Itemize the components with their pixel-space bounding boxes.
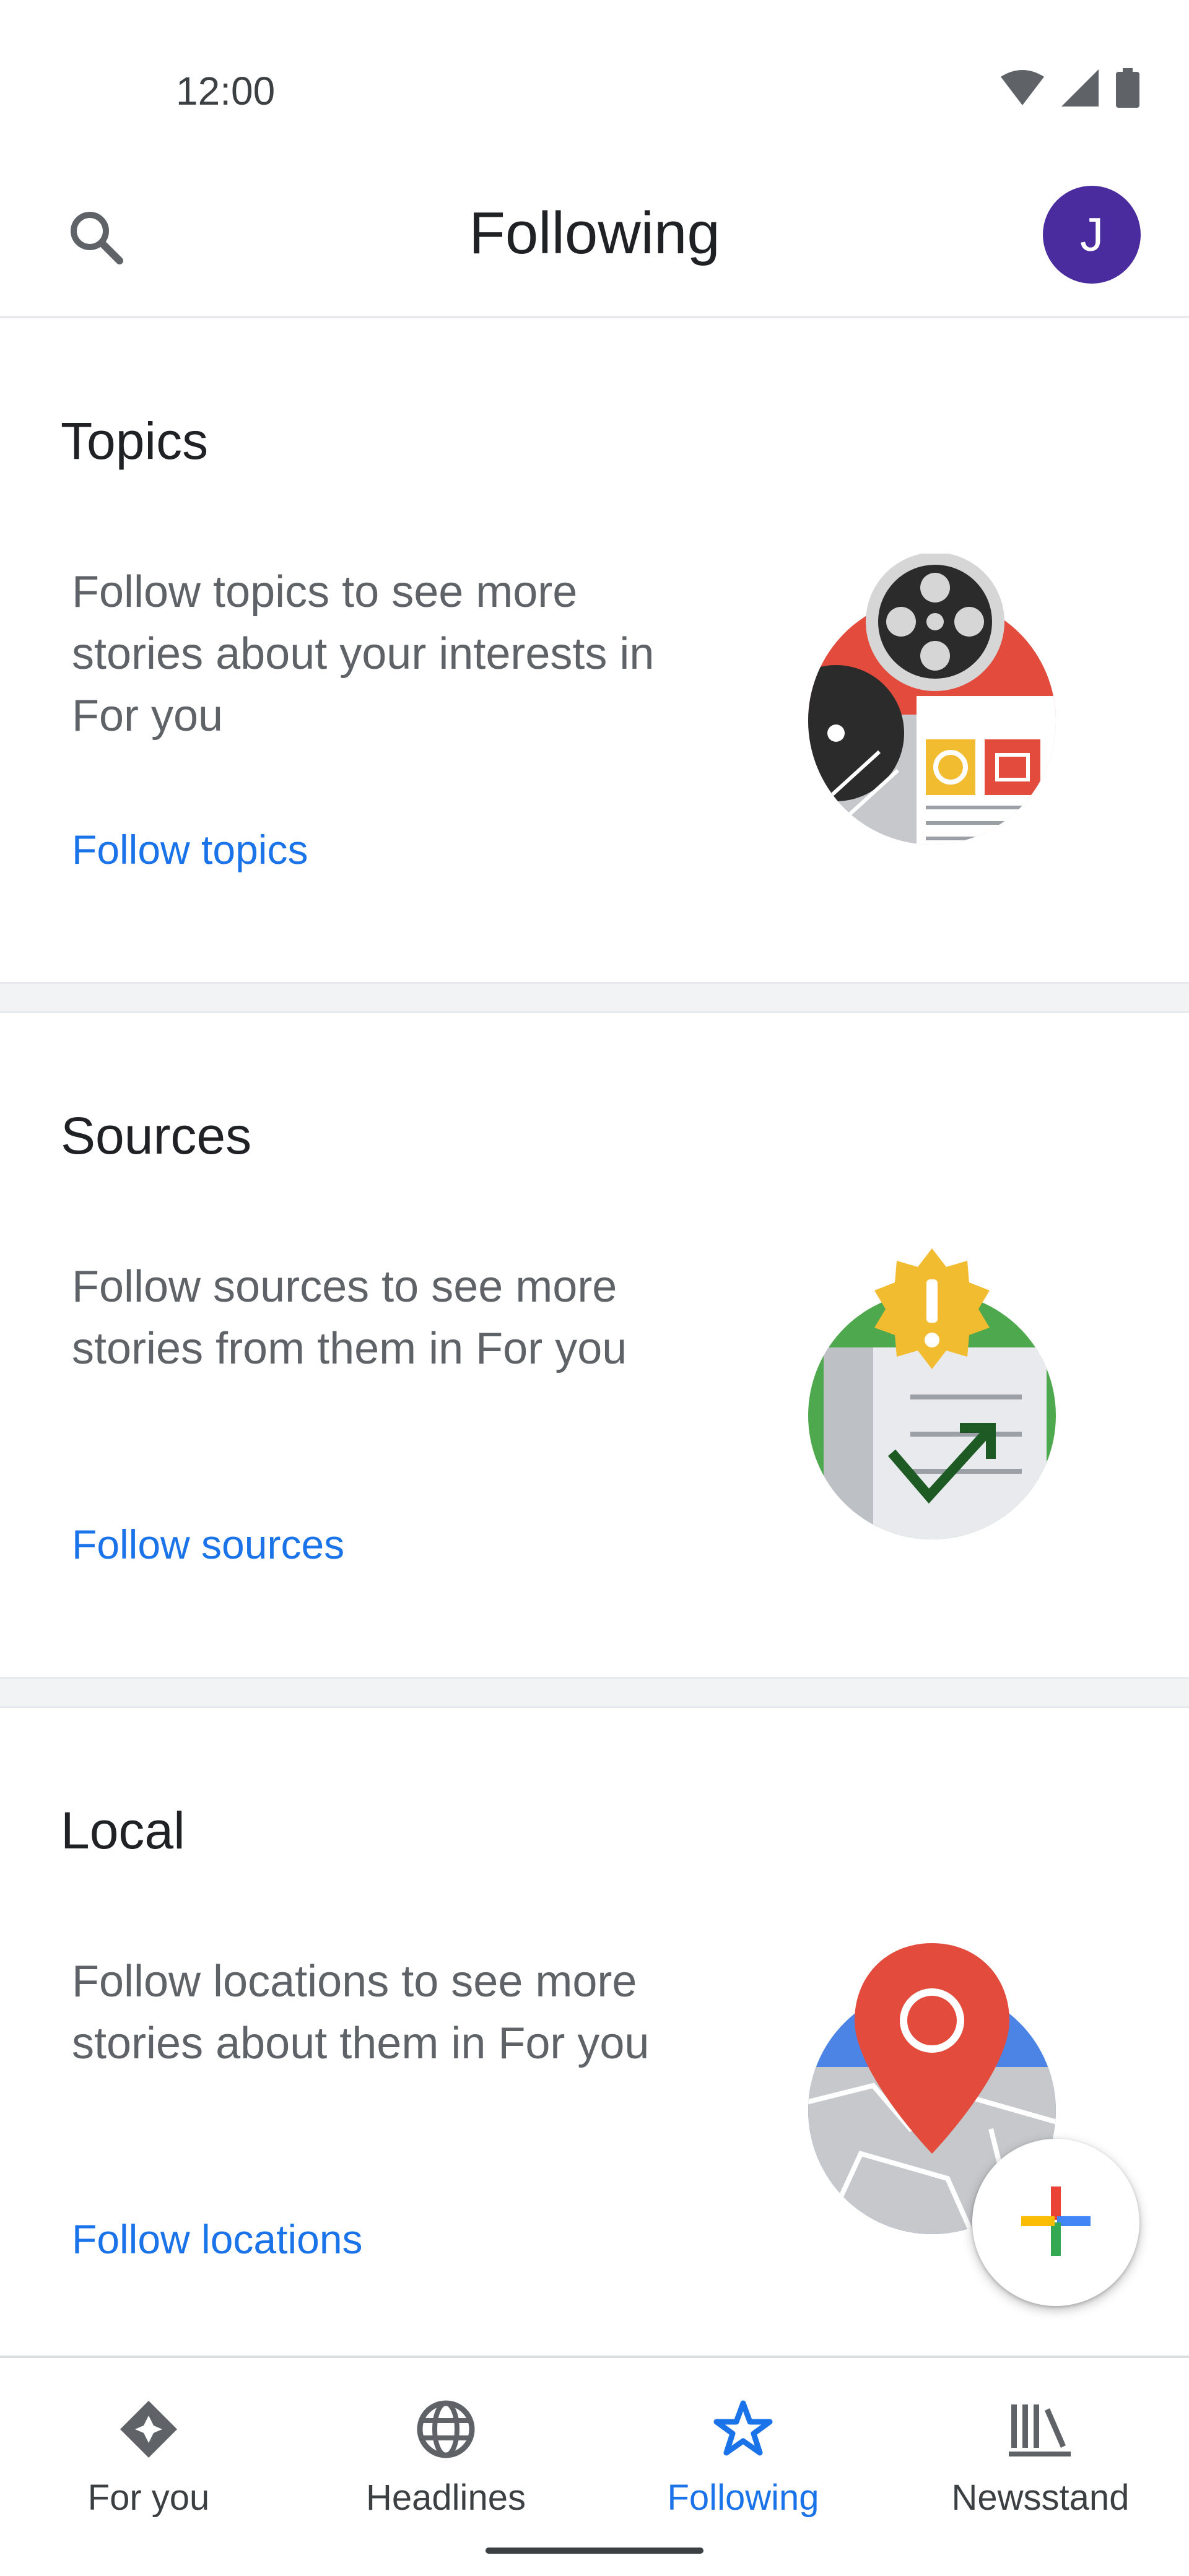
follow-locations-link[interactable]: Follow locations <box>72 2216 363 2263</box>
follow-sources-link[interactable]: Follow sources <box>72 1521 344 1568</box>
nav-item-for-you[interactable]: For you <box>0 2358 297 2544</box>
content: Topics Follow topics to see more stories… <box>0 318 1189 2403</box>
plus-icon <box>1019 2184 1093 2261</box>
follow-topics-link[interactable]: Follow topics <box>72 826 308 873</box>
sparkle-diamond-icon <box>115 2395 183 2463</box>
battery-icon <box>1116 68 1139 111</box>
nav-label: Headlines <box>366 2478 526 2518</box>
status-icons <box>1001 68 1139 111</box>
add-follow-fab[interactable] <box>972 2139 1139 2306</box>
home-indicator <box>486 2548 703 2554</box>
bottom-nav: For you Headlines Following Newsstand <box>0 2356 1189 2576</box>
cell-signal-icon <box>1061 69 1099 110</box>
wifi-icon <box>1001 69 1044 110</box>
section-topics: Topics Follow topics to see more stories… <box>0 318 1189 982</box>
nav-label: For you <box>87 2478 210 2518</box>
section-description: Follow topics to see more stories about … <box>72 567 655 741</box>
section-heading: Local <box>61 1801 185 1860</box>
nav-item-headlines[interactable]: Headlines <box>297 2358 594 2544</box>
globe-icon <box>412 2395 480 2463</box>
section-divider <box>0 1677 1189 1708</box>
status-bar: 12:00 <box>0 0 1189 161</box>
star-icon <box>709 2395 777 2463</box>
nav-label: Following <box>667 2478 819 2518</box>
sources-illustration <box>786 1248 1078 1539</box>
avatar-initial: J <box>1080 208 1104 261</box>
nav-label: Newsstand <box>951 2478 1130 2518</box>
section-heading: Topics <box>61 412 209 470</box>
section-description: Follow sources to see more stories from … <box>72 1262 627 1373</box>
section-sources: Sources Follow sources to see more stori… <box>0 1013 1189 1677</box>
newsstand-icon <box>1006 2395 1074 2463</box>
topics-illustration <box>786 552 1078 845</box>
avatar[interactable]: J <box>1043 186 1141 284</box>
top-app-bar: Following J <box>0 161 1189 318</box>
section-description: Follow locations to see more stories abo… <box>72 1957 650 2068</box>
nav-item-following[interactable]: Following <box>594 2358 892 2544</box>
section-heading: Sources <box>61 1107 252 1165</box>
nav-item-newsstand[interactable]: Newsstand <box>892 2358 1189 2544</box>
status-time: 12:00 <box>176 69 276 113</box>
page-title: Following <box>469 200 720 266</box>
section-divider <box>0 982 1189 1013</box>
